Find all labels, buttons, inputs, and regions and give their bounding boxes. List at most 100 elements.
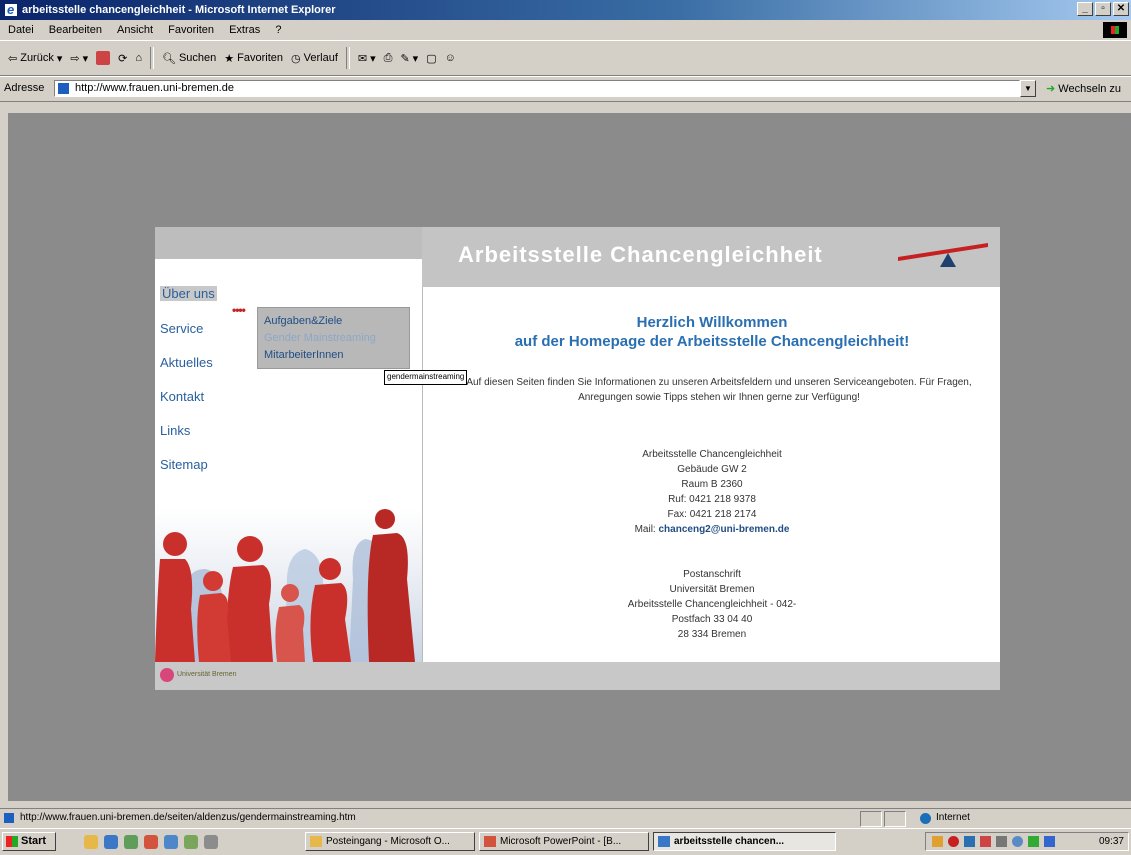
nav-sitemap[interactable]: Sitemap	[160, 457, 208, 472]
task-label: arbeitsstelle chancen...	[674, 836, 785, 847]
task-ie-window[interactable]: arbeitsstelle chancen...	[653, 832, 836, 851]
tray-icon[interactable]	[964, 836, 975, 847]
status-cell	[860, 811, 882, 827]
nav-service[interactable]: Service	[160, 321, 203, 336]
postal-line: Postfach 33 04 40	[671, 614, 753, 625]
site-title: Arbeitsstelle Chancengleichheit	[458, 242, 823, 267]
powerpoint-icon[interactable]	[144, 835, 158, 849]
clock: 09:37	[1098, 836, 1124, 847]
back-button[interactable]: ⇦ Zurück ▾	[8, 52, 62, 65]
outlook-icon[interactable]	[124, 835, 138, 849]
tray-icon[interactable]	[932, 836, 943, 847]
print-button[interactable]: ⎙	[384, 52, 393, 65]
messenger-icon: ☺	[444, 52, 456, 64]
tray-icon[interactable]	[948, 836, 959, 847]
home-icon: ⌂	[135, 52, 142, 64]
submenu-mitarbeiterinnen[interactable]: MitarbeiterInnen	[264, 349, 344, 361]
address-bar: Adresse http://www.frauen.uni-bremen.de …	[0, 76, 1131, 102]
taskbar: Start Posteingang - Microsoft O... Micro…	[0, 828, 1131, 855]
menu-extras[interactable]: Extras	[229, 24, 260, 36]
contact-building: Gebäude GW 2	[677, 464, 747, 475]
university-logo-icon[interactable]	[160, 668, 174, 682]
forward-button[interactable]: ⇨ ▾	[70, 52, 88, 65]
nav-ueber-uns[interactable]: Über uns	[160, 286, 217, 301]
site-footer	[155, 662, 1000, 690]
desktop-icon[interactable]	[84, 835, 98, 849]
maximize-button[interactable]: ▫	[1095, 2, 1111, 16]
mail-button[interactable]: ✉ ▾	[358, 52, 376, 65]
forward-arrow-icon: ⇨	[70, 52, 80, 65]
address-label: Adresse	[4, 82, 45, 94]
history-label: Verlauf	[303, 52, 338, 64]
main-content: Herzlich Willkommen auf der Homepage der…	[422, 287, 1000, 662]
nav-links[interactable]: Links	[160, 423, 190, 438]
mail-icon: ✉	[357, 52, 368, 65]
contact-room: Raum B 2360	[681, 479, 743, 490]
minimize-button[interactable]: _	[1077, 2, 1093, 16]
status-cell	[884, 811, 906, 827]
nav-aktuelles[interactable]: Aktuelles	[160, 355, 213, 370]
submenu-gender-mainstreaming[interactable]: Gender Mainstreaming	[264, 332, 376, 344]
tray-icon[interactable]	[996, 836, 1007, 847]
task-powerpoint[interactable]: Microsoft PowerPoint - [B...	[479, 832, 649, 851]
edit-button[interactable]: ✎ ▾	[400, 52, 418, 65]
home-button[interactable]: ⌂	[135, 52, 142, 64]
title-bar: arbeitsstelle chancengleichheit - Micros…	[0, 0, 1131, 20]
back-label: Zurück	[20, 52, 54, 64]
chevron-down-icon: ▾	[370, 52, 376, 65]
mail-label: Mail:	[634, 524, 656, 535]
back-arrow-icon: ⇦	[8, 52, 18, 65]
tray-icon[interactable]	[1044, 836, 1055, 847]
menu-datei[interactable]: Datei	[8, 24, 34, 36]
word-icon[interactable]	[164, 835, 178, 849]
mail-icon[interactable]	[204, 835, 218, 849]
go-arrow-icon: ➜	[1046, 83, 1056, 95]
search-label: Suchen	[178, 52, 217, 64]
windows-flag-icon	[6, 836, 18, 847]
menu-favoriten[interactable]: Favoriten	[168, 24, 214, 36]
address-input[interactable]: http://www.frauen.uni-bremen.de	[54, 80, 1020, 97]
excel-icon[interactable]	[184, 835, 198, 849]
menu-help[interactable]: ?	[275, 24, 281, 36]
contact-name: Arbeitsstelle Chancengleichheit	[642, 449, 782, 460]
submenu-aufgaben-ziele[interactable]: Aufgaben&Ziele	[264, 315, 342, 327]
menu-bearbeiten[interactable]: Bearbeiten	[49, 24, 102, 36]
menu-ansicht[interactable]: Ansicht	[117, 24, 153, 36]
nav-kontakt[interactable]: Kontakt	[160, 389, 204, 404]
contact-phone: Ruf: 0421 218 9378	[668, 494, 756, 505]
task-label: Microsoft PowerPoint - [B...	[500, 836, 622, 847]
messenger-button[interactable]: ☺	[445, 52, 456, 64]
search-button[interactable]: 🔍︎ Suchen	[162, 52, 216, 65]
start-button[interactable]: Start	[2, 832, 56, 851]
seesaw-logo-icon	[898, 243, 988, 267]
tray-icon[interactable]	[1028, 836, 1039, 847]
task-posteingang[interactable]: Posteingang - Microsoft O...	[305, 832, 475, 851]
toolbar-separator	[345, 47, 350, 69]
internet-zone-icon	[920, 813, 931, 824]
discuss-button[interactable]: ▢	[426, 52, 436, 65]
header-left-band	[155, 227, 422, 259]
menu-bar: Datei Bearbeiten Ansicht Favoriten Extra…	[0, 20, 1131, 41]
contact-fax: Fax: 0421 218 2174	[667, 509, 757, 520]
history-button[interactable]: ◷ Verlauf	[291, 52, 338, 65]
history-icon: ◷	[291, 52, 301, 65]
contact-mail-row: Mail: chanceng2@uni-bremen.de	[423, 522, 1001, 537]
address-dropdown-button[interactable]: ▼	[1020, 80, 1036, 97]
link-tooltip: gendermainstreaming	[384, 370, 468, 385]
favorites-button[interactable]: ★ Favoriten	[224, 52, 283, 65]
ie-icon	[658, 836, 670, 847]
status-zone: Internet	[936, 812, 970, 823]
close-button[interactable]: ✕	[1113, 2, 1129, 16]
go-button[interactable]: ➜ Wechseln zu	[1046, 82, 1121, 95]
ie-quicklaunch-icon[interactable]	[104, 835, 118, 849]
stop-button[interactable]	[96, 51, 111, 65]
people-illustration	[155, 509, 422, 662]
mail-link[interactable]: chanceng2@uni-bremen.de	[659, 524, 790, 535]
discuss-icon: ▢	[426, 52, 437, 65]
tray-icon[interactable]	[980, 836, 991, 847]
edit-icon: ✎	[400, 52, 410, 65]
search-icon: 🔍︎	[162, 52, 176, 65]
tray-icon[interactable]	[1012, 836, 1023, 847]
refresh-button[interactable]: ⟳	[118, 52, 127, 65]
go-label: Wechseln zu	[1058, 83, 1122, 95]
